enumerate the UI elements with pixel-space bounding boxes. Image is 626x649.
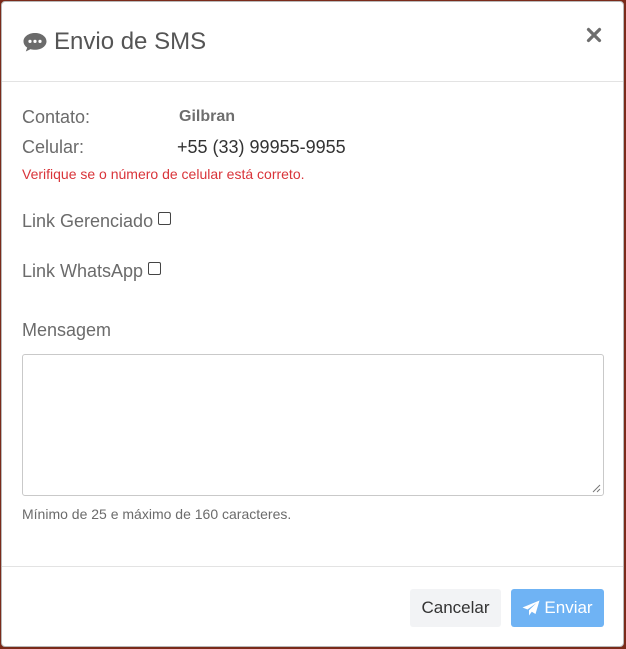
send-button-label: Enviar bbox=[544, 598, 593, 617]
close-icon bbox=[586, 27, 602, 43]
managed-link-checkbox[interactable] bbox=[158, 212, 172, 225]
whatsapp-link-option: Link WhatsApp bbox=[22, 261, 162, 282]
phone-label: Celular: bbox=[22, 137, 85, 157]
whatsapp-link-checkbox[interactable] bbox=[148, 262, 162, 275]
managed-link-label: Link Gerenciado bbox=[22, 211, 154, 231]
phone-warning: Verifique se o número de celular está co… bbox=[22, 166, 305, 182]
resize-grip-icon[interactable] bbox=[592, 484, 601, 493]
phone-number: +55 (33) 99955-9955 bbox=[177, 137, 346, 157]
contact-name: Gilbran bbox=[179, 108, 236, 125]
modal-footer: Cancelar Enviar bbox=[2, 566, 623, 648]
whatsapp-link-label: Link WhatsApp bbox=[22, 261, 144, 281]
sms-modal: Envio de SMS Contato: Gilbran Celular: +… bbox=[1, 1, 624, 647]
contact-row: Contato: Gilbran bbox=[22, 107, 322, 128]
send-button[interactable]: Enviar bbox=[511, 589, 604, 627]
cancel-button[interactable]: Cancelar bbox=[410, 589, 501, 627]
contact-label: Contato: bbox=[22, 107, 91, 127]
paper-plane-icon bbox=[522, 600, 540, 616]
phone-row: Celular: +55 (33) 99955-9955 bbox=[22, 137, 422, 158]
cancel-button-label: Cancelar bbox=[421, 598, 490, 617]
modal-header: Envio de SMS bbox=[2, 2, 623, 82]
modal-title: Envio de SMS bbox=[54, 28, 207, 55]
message-textarea[interactable] bbox=[22, 354, 604, 496]
message-hint: Mínimo de 25 e máximo de 160 caracteres. bbox=[22, 506, 292, 522]
chat-bubble-icon bbox=[22, 31, 48, 53]
managed-link-option: Link Gerenciado bbox=[22, 211, 172, 232]
close-button[interactable] bbox=[583, 24, 605, 46]
message-label: Mensagem bbox=[22, 320, 112, 340]
modal-title-group: Envio de SMS bbox=[22, 26, 206, 58]
